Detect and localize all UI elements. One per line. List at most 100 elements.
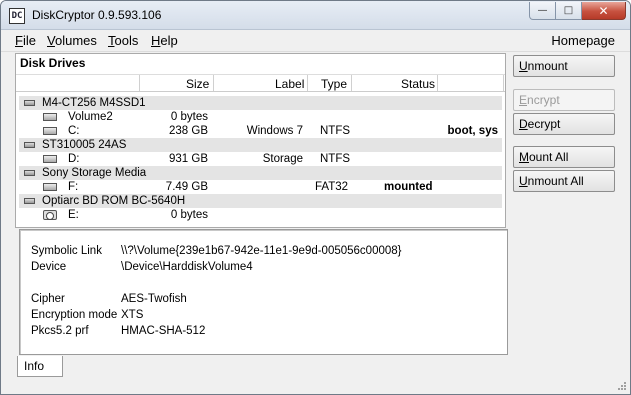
column-separator[interactable]	[503, 75, 504, 91]
disk-row[interactable]: M4-CT256 M4SSD1	[19, 96, 502, 110]
menu-help-label: elp	[160, 33, 178, 48]
volume-icon	[43, 113, 57, 121]
maximize-icon: □	[563, 5, 574, 16]
menu-file-label: ile	[22, 33, 36, 48]
menu-volumes[interactable]: Volumes	[47, 33, 97, 48]
info-value: AES-Twofish	[121, 293, 187, 305]
volume-size: 7.49 GB	[165, 181, 208, 193]
volume-name: C:	[68, 125, 80, 137]
volume-name: D:	[68, 153, 80, 165]
volume-type: FAT32	[315, 181, 349, 193]
mount-all-label: ount All	[529, 150, 569, 164]
homepage-link[interactable]: Homepage	[551, 33, 615, 48]
unmount-all-accel: U	[519, 174, 528, 188]
volume-status: mounted	[384, 181, 433, 193]
unmount-label: nmount	[527, 59, 568, 73]
volume-name: Volume2	[68, 111, 113, 123]
info-value: \Device\HarddiskVolume4	[121, 261, 253, 273]
disk-drives-panel: Disk Drives Size Label Type Status M4-CT…	[15, 53, 506, 228]
menu-tools[interactable]: Tools	[108, 33, 138, 48]
unmount-all-label: nmount All	[527, 174, 584, 188]
column-separator[interactable]	[139, 75, 140, 91]
encrypt-button[interactable]: Encrypt	[513, 89, 615, 111]
info-label: Symbolic Link	[31, 245, 102, 257]
menu-bar: File Volumes Tools Help Homepage	[1, 30, 630, 52]
volume-row[interactable]: F: 7.49 GB FAT32 mounted	[16, 180, 505, 194]
title-bar[interactable]: DC DiskCryptor 0.9.593.106 — □ ✕	[1, 1, 630, 30]
menu-file[interactable]: File	[15, 33, 36, 48]
menu-file-accel: F	[15, 33, 23, 48]
info-value: XTS	[121, 309, 144, 321]
volume-row[interactable]: D: 931 GB Storage NTFS	[16, 152, 505, 166]
volume-size: 931 GB	[169, 153, 208, 165]
decrypt-accel: D	[519, 117, 528, 131]
disk-row[interactable]: ST310005 24AS	[19, 138, 502, 152]
column-header: Size Label Type Status	[16, 75, 505, 92]
volume-size: 0 bytes	[170, 111, 208, 123]
disk-row[interactable]: Sony Storage Media	[19, 166, 502, 180]
column-separator[interactable]	[213, 75, 214, 91]
volume-row[interactable]: Volume2 0 bytes	[16, 110, 505, 124]
volume-label: Storage	[262, 153, 303, 165]
col-type[interactable]: Type	[321, 77, 347, 91]
col-status[interactable]: Status	[401, 77, 435, 91]
mount-all-button[interactable]: Mount All	[513, 146, 615, 168]
col-size[interactable]: Size	[186, 77, 209, 91]
menu-volumes-label: olumes	[54, 33, 97, 48]
menu-help-accel: H	[151, 33, 161, 48]
resize-grip-icon[interactable]	[617, 381, 627, 391]
menu-help[interactable]: Help	[151, 33, 178, 48]
volume-icon	[43, 183, 57, 191]
app-logo-icon[interactable]: DC	[9, 8, 25, 24]
info-label: Encryption mode	[31, 309, 118, 321]
volume-status: boot, sys	[447, 125, 498, 137]
column-separator[interactable]	[307, 75, 308, 91]
menu-volumes-accel: V	[47, 33, 55, 48]
mount-all-accel: M	[519, 150, 529, 164]
decrypt-button[interactable]: Decrypt	[513, 113, 615, 135]
info-value: \\?\Volume{239e1b67-942e-11e1-9e9d-00505…	[121, 245, 402, 257]
window-controls: — □ ✕	[529, 2, 626, 20]
unmount-all-button[interactable]: Unmount All	[513, 170, 615, 192]
tab-info[interactable]: Info	[17, 356, 63, 377]
maximize-button[interactable]: □	[556, 2, 582, 20]
volume-icon	[43, 127, 57, 135]
encrypt-accel: E	[519, 93, 528, 107]
col-label[interactable]: Label	[275, 77, 304, 91]
volume-type: NTFS	[320, 125, 351, 137]
minimize-button[interactable]: —	[529, 2, 556, 20]
disk-name: ST310005 24AS	[42, 139, 127, 151]
drive-list: M4-CT256 M4SSD1 Volume2 0 bytes C: 238 G…	[16, 92, 505, 222]
disk-row[interactable]: Optiarc BD ROM BC-5640H	[19, 194, 502, 208]
app-window: DC DiskCryptor 0.9.593.106 — □ ✕ File Vo…	[0, 0, 631, 395]
volume-size: 0 bytes	[170, 209, 208, 221]
disk-drives-title: Disk Drives	[16, 54, 505, 75]
volume-name: F:	[68, 181, 79, 193]
encrypt-label: ncrypt	[527, 93, 560, 107]
volume-row[interactable]: E: 0 bytes	[16, 208, 505, 222]
volume-type: NTFS	[320, 153, 351, 165]
info-label: Pkcs5.2 prf	[31, 325, 89, 337]
unmount-accel: U	[519, 59, 528, 73]
cdrom-icon	[43, 210, 57, 220]
info-label: Device	[31, 261, 67, 273]
minimize-icon: —	[537, 5, 548, 16]
unmount-button[interactable]: Unmount	[513, 55, 615, 77]
disk-name: M4-CT256 M4SSD1	[42, 97, 146, 109]
menu-tools-label: ools	[114, 33, 139, 48]
column-separator[interactable]	[351, 75, 352, 91]
hard-disk-icon	[24, 142, 35, 148]
disk-name: Sony Storage Media	[42, 167, 147, 179]
volume-label: Windows 7	[246, 125, 303, 137]
close-button[interactable]: ✕	[582, 2, 626, 20]
column-separator[interactable]	[437, 75, 438, 91]
decrypt-label: ecrypt	[527, 117, 561, 131]
volume-icon	[43, 155, 57, 163]
window-title: DiskCryptor 0.9.593.106	[32, 8, 162, 22]
volume-row[interactable]: C: 238 GB Windows 7 NTFS boot, sys	[16, 124, 505, 138]
info-value: HMAC-SHA-512	[121, 325, 206, 337]
usb-disk-icon	[24, 170, 35, 176]
volume-size: 238 GB	[169, 125, 208, 137]
hard-disk-icon	[24, 100, 35, 106]
close-icon: ✕	[598, 3, 609, 18]
